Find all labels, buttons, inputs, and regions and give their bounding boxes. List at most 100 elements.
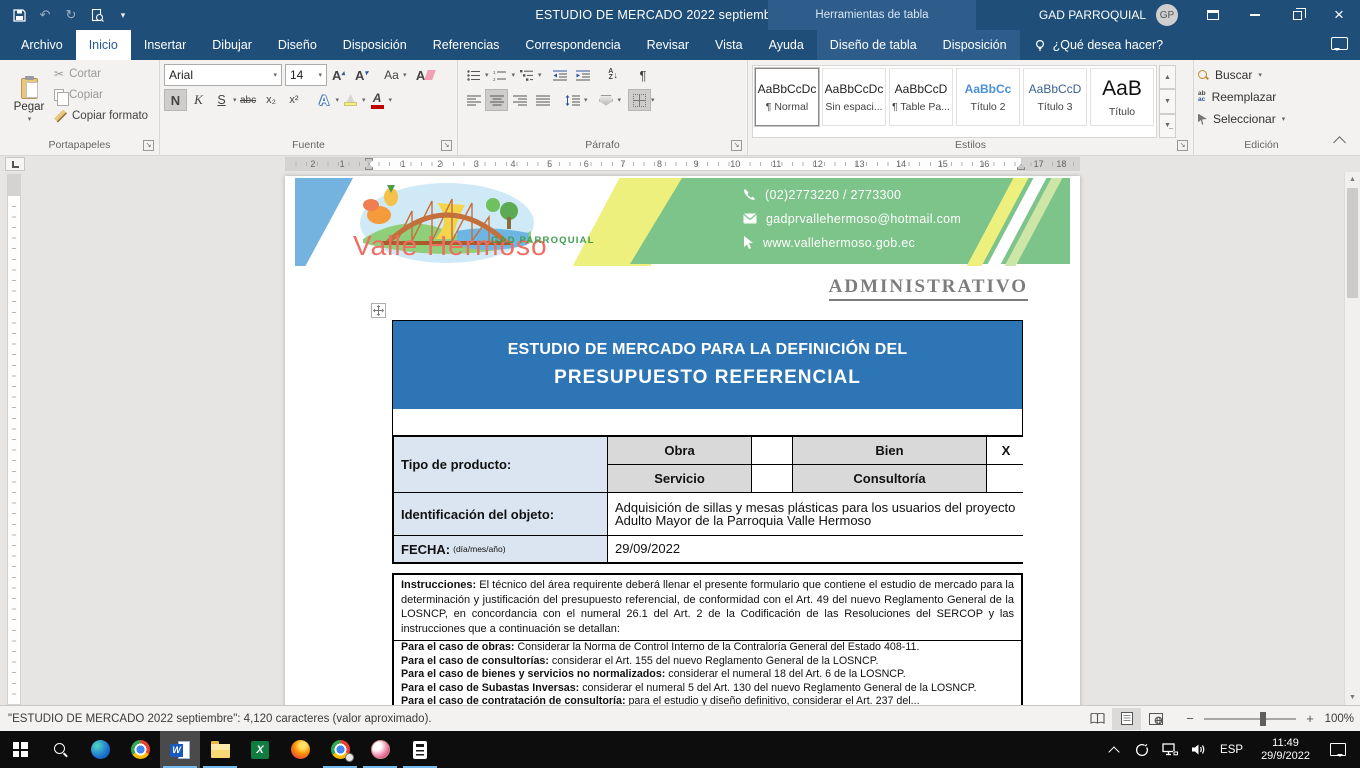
superscript-button[interactable] bbox=[283, 89, 306, 111]
table-move-handle[interactable] bbox=[371, 303, 386, 318]
instructions-paragraph[interactable]: Instrucciones: El técnico del área requi… bbox=[394, 575, 1021, 641]
grow-font-button[interactable]: A bbox=[327, 64, 350, 86]
hidden-icons-button[interactable] bbox=[1102, 731, 1126, 768]
tab-diseno[interactable]: Diseño bbox=[265, 30, 330, 60]
select-button[interactable]: Seleccionar▾ bbox=[1198, 110, 1285, 128]
vertical-scrollbar[interactable]: ▲ ▼ bbox=[1344, 172, 1360, 705]
line-spacing-button[interactable] bbox=[561, 89, 584, 111]
taskbar-calculator[interactable] bbox=[400, 731, 440, 768]
tab-vista[interactable]: Vista bbox=[702, 30, 756, 60]
font-size-combo[interactable]: 14▾ bbox=[285, 64, 327, 86]
replace-button[interactable]: abacReemplazar bbox=[1198, 88, 1285, 106]
obra-cell[interactable]: Obra bbox=[608, 437, 751, 464]
servicio-check-cell[interactable] bbox=[752, 465, 792, 492]
restore-button[interactable] bbox=[1276, 0, 1318, 30]
consultoria-cell[interactable]: Consultoría bbox=[793, 465, 986, 492]
numbering-button[interactable]: 12 bbox=[489, 64, 512, 86]
read-mode-button[interactable] bbox=[1083, 708, 1112, 730]
taskbar-search-button[interactable] bbox=[40, 731, 80, 768]
zoom-out-button[interactable]: − bbox=[1184, 711, 1196, 726]
cut-button[interactable]: ✂Cortar bbox=[54, 65, 148, 83]
taskbar-chrome[interactable] bbox=[120, 731, 160, 768]
bien-cell[interactable]: Bien bbox=[793, 437, 986, 464]
style-titulo-2[interactable]: AaBbCcTítulo 2 bbox=[956, 68, 1020, 126]
bullets-button[interactable] bbox=[462, 64, 485, 86]
style-normal[interactable]: AaBbCcDc¶ Normal bbox=[755, 68, 819, 126]
document-page[interactable]: Valle Hermoso GAD PARROQUIAL (02)2773220… bbox=[285, 176, 1080, 705]
justify-button[interactable] bbox=[531, 89, 554, 111]
styles-scroll-up[interactable]: ▲ bbox=[1159, 65, 1176, 89]
feedback-icon[interactable] bbox=[1331, 37, 1348, 50]
style-table-paragraph[interactable]: AaBbCcD¶ Table Pa... bbox=[889, 68, 953, 126]
account-avatar[interactable]: GP bbox=[1156, 4, 1178, 26]
minimize-button[interactable] bbox=[1234, 0, 1276, 30]
borders-button[interactable] bbox=[628, 89, 651, 111]
tab-correspondencia[interactable]: Correspondencia bbox=[512, 30, 633, 60]
vertical-ruler[interactable] bbox=[0, 172, 28, 705]
subscript-button[interactable] bbox=[260, 89, 283, 111]
undo-button[interactable]: ↶ bbox=[34, 4, 56, 26]
zoom-percentage[interactable]: 100% bbox=[1316, 713, 1354, 725]
tab-insertar[interactable]: Insertar bbox=[131, 30, 199, 60]
account-name[interactable]: GAD PARROQUIAL bbox=[1039, 8, 1146, 22]
tipo-producto-label-cell[interactable]: Tipo de producto: bbox=[394, 437, 607, 492]
zoom-slider-thumb[interactable] bbox=[1260, 712, 1266, 726]
instructions-box[interactable]: Instrucciones: El técnico del área requi… bbox=[392, 573, 1023, 705]
horizontal-ruler[interactable]: 21 12345678910111213141516 1718 bbox=[285, 157, 1080, 171]
print-preview-button[interactable] bbox=[86, 4, 108, 26]
styles-dialog-launcher[interactable] bbox=[1177, 140, 1188, 151]
obra-check-cell[interactable] bbox=[752, 437, 792, 464]
align-left-button[interactable] bbox=[462, 89, 485, 111]
action-center-button[interactable] bbox=[1330, 743, 1346, 756]
ribbon-display-options-button[interactable] bbox=[1192, 0, 1234, 30]
taskbar-paint[interactable] bbox=[360, 731, 400, 768]
fecha-value-cell[interactable]: 29/09/2022 bbox=[608, 536, 1025, 562]
underline-button[interactable] bbox=[210, 89, 233, 111]
shrink-font-button[interactable]: A bbox=[350, 64, 373, 86]
tab-disposicion-tabla[interactable]: Disposición bbox=[930, 30, 1020, 60]
tray-app-icon[interactable] bbox=[1130, 731, 1154, 768]
zoom-in-button[interactable]: + bbox=[1304, 711, 1316, 726]
bien-check-cell[interactable]: X bbox=[987, 437, 1025, 464]
taskbar-file-explorer[interactable] bbox=[200, 731, 240, 768]
scrollbar-thumb[interactable] bbox=[1347, 188, 1358, 298]
caso-consultorias[interactable]: Para el caso de consultorías: considerar… bbox=[394, 655, 1021, 669]
collapse-ribbon-button[interactable] bbox=[1333, 136, 1346, 149]
print-layout-button[interactable] bbox=[1112, 708, 1141, 730]
taskbar-edge[interactable] bbox=[80, 731, 120, 768]
align-right-button[interactable] bbox=[508, 89, 531, 111]
document-canvas[interactable]: Valle Hermoso GAD PARROQUIAL (02)2773220… bbox=[28, 172, 1344, 705]
web-layout-button[interactable] bbox=[1141, 708, 1170, 730]
find-button[interactable]: Buscar▾ bbox=[1198, 66, 1285, 84]
paste-button[interactable]: Pegar ▾ bbox=[4, 63, 54, 138]
objeto-value-cell[interactable]: Adquisición de sillas y mesas plásticas … bbox=[608, 493, 1025, 535]
customize-qat-button[interactable]: ▾ bbox=[112, 4, 134, 26]
caso-bienes-servicios[interactable]: Para el caso de bienes y servicios no no… bbox=[394, 668, 1021, 682]
highlight-button[interactable] bbox=[339, 89, 362, 111]
network-icon[interactable] bbox=[1158, 731, 1182, 768]
sort-button[interactable]: AZ↓ bbox=[602, 64, 625, 86]
tab-referencias[interactable]: Referencias bbox=[420, 30, 513, 60]
format-painter-button[interactable]: Copiar formato bbox=[54, 107, 148, 125]
fecha-label-cell[interactable]: FECHA:(día/mes/año) bbox=[394, 536, 607, 562]
tell-me-box[interactable]: ¿Qué desea hacer? bbox=[1020, 30, 1178, 60]
multilevel-list-button[interactable] bbox=[515, 64, 538, 86]
show-marks-button[interactable] bbox=[632, 64, 655, 86]
blank-table-row[interactable] bbox=[392, 409, 1023, 436]
taskbar-clock[interactable]: 11:4929/9/2022 bbox=[1253, 737, 1318, 763]
style-sin-espaciado[interactable]: AaBbCcDcSin espaci... bbox=[822, 68, 886, 126]
shading-button[interactable] bbox=[595, 89, 618, 111]
tab-archivo[interactable]: Archivo bbox=[8, 30, 76, 60]
scroll-up-arrow[interactable]: ▲ bbox=[1345, 172, 1360, 187]
font-dialog-launcher[interactable] bbox=[441, 140, 452, 151]
bold-button[interactable] bbox=[164, 89, 187, 111]
clipboard-dialog-launcher[interactable] bbox=[143, 140, 154, 151]
style-titulo[interactable]: AaBTítulo bbox=[1090, 68, 1154, 126]
italic-button[interactable] bbox=[187, 89, 210, 111]
volume-icon[interactable] bbox=[1186, 731, 1210, 768]
tab-selector[interactable] bbox=[5, 157, 25, 171]
tab-dibujar[interactable]: Dibujar bbox=[199, 30, 265, 60]
redo-button[interactable]: ↻ bbox=[60, 4, 82, 26]
caso-contratacion[interactable]: Para el caso de contratación de consulto… bbox=[394, 695, 1021, 705]
align-center-button[interactable] bbox=[485, 89, 508, 111]
